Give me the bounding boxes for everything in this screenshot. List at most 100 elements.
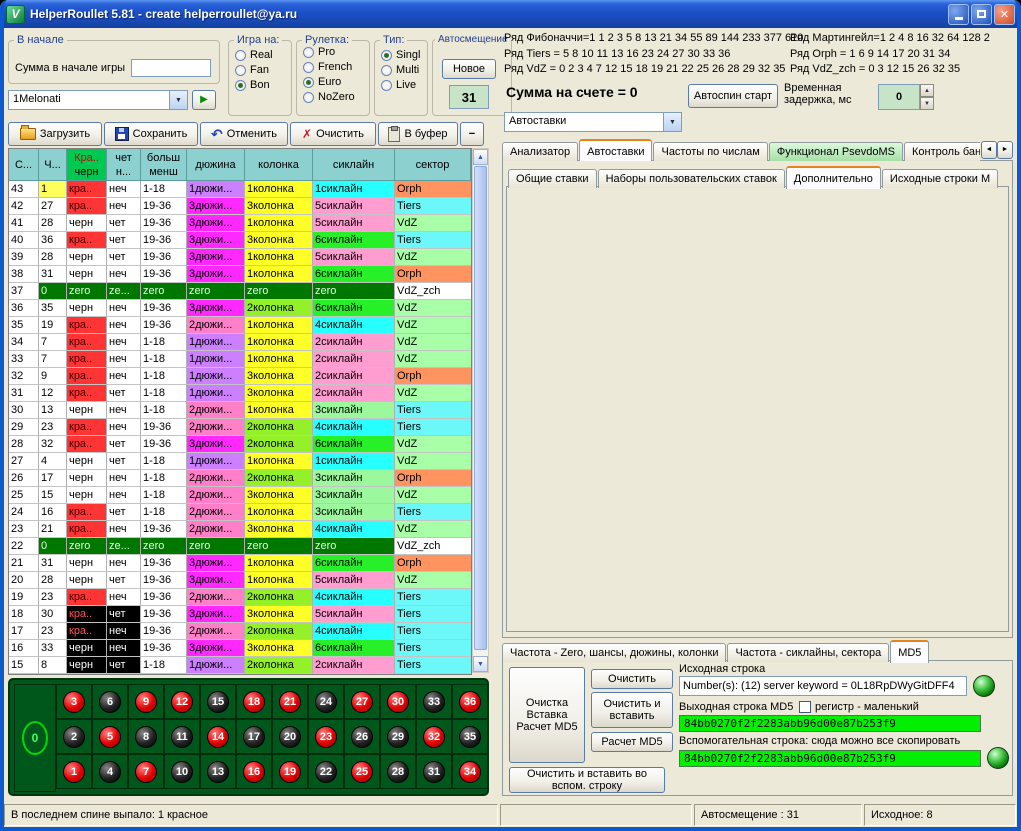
- board-cell-28[interactable]: 28: [380, 754, 416, 789]
- radio-option-euro[interactable]: Euro: [297, 73, 369, 88]
- spin-row[interactable]: 158чернчет1-181дюжи...2колонка2сиклайнTi…: [9, 657, 471, 674]
- spin-row[interactable]: 2028чернчет19-363дюжи...1колонка5сиклайн…: [9, 572, 471, 589]
- scrollbar-thumb[interactable]: [474, 166, 487, 650]
- radio-option-fan[interactable]: Fan: [229, 61, 291, 76]
- main-tab-Частоты по числам[interactable]: Частоты по числам: [653, 142, 767, 161]
- number-chip-15[interactable]: 15: [207, 691, 229, 713]
- board-cell-7[interactable]: 7: [128, 754, 164, 789]
- spin-row[interactable]: 2923кра..неч19-362дюжи...2колонка4сиклай…: [9, 419, 471, 436]
- spin-row[interactable]: 4128чернчет19-363дюжи...1колонка5сиклайн…: [9, 215, 471, 232]
- number-chip-23[interactable]: 23: [315, 726, 337, 748]
- board-cell-27[interactable]: 27: [344, 684, 380, 719]
- table-scrollbar[interactable]: ▲ ▼: [472, 148, 489, 673]
- board-cell-32[interactable]: 32: [416, 719, 452, 754]
- board-cell-19[interactable]: 19: [272, 754, 308, 789]
- profile-select[interactable]: 1Melonati ▼: [8, 90, 188, 110]
- clear-button[interactable]: ✗Очистить: [290, 122, 376, 146]
- start-sum-input[interactable]: [131, 59, 211, 77]
- radio-option-real[interactable]: Real: [229, 46, 291, 61]
- number-chip-27[interactable]: 27: [351, 691, 373, 713]
- board-cell-11[interactable]: 11: [164, 719, 200, 754]
- new-button[interactable]: Новое: [442, 59, 496, 79]
- spin-row[interactable]: 2617черннеч1-182дюжи...2колонка3сиклайнO…: [9, 470, 471, 487]
- board-cell-3[interactable]: 3: [56, 684, 92, 719]
- spin-row[interactable]: 1830кра..чет19-363дюжи...3колонка5сиклай…: [9, 606, 471, 623]
- board-cell-4[interactable]: 4: [92, 754, 128, 789]
- number-chip-16[interactable]: 16: [243, 761, 265, 783]
- spin-row[interactable]: 431кра..неч1-181дюжи...1колонка1сиклайнO…: [9, 181, 471, 198]
- sub-tab-Дополнительно[interactable]: Дополнительно: [786, 166, 881, 189]
- board-cell-9[interactable]: 9: [128, 684, 164, 719]
- board-cell-25[interactable]: 25: [344, 754, 380, 789]
- board-cell-10[interactable]: 10: [164, 754, 200, 789]
- number-chip-25[interactable]: 25: [351, 761, 373, 783]
- number-chip-34[interactable]: 34: [459, 761, 481, 783]
- main-tab-Анализатор[interactable]: Анализатор: [502, 142, 578, 161]
- spin-row[interactable]: 370zeroze...zerozerozerozeroVdZ_zch: [9, 283, 471, 300]
- spin-down-icon[interactable]: ▼: [920, 97, 934, 110]
- number-chip-1[interactable]: 1: [63, 761, 85, 783]
- board-cell-31[interactable]: 31: [416, 754, 452, 789]
- maximize-button[interactable]: [971, 4, 992, 25]
- spin-row[interactable]: 329кра..неч1-181дюжи...3колонка2сиклайнO…: [9, 368, 471, 385]
- number-chip-33[interactable]: 33: [423, 691, 445, 713]
- radio-option-live[interactable]: Live: [375, 76, 427, 91]
- autospin-start-button[interactable]: Автоспин старт: [688, 84, 778, 108]
- scroll-down-icon[interactable]: ▼: [473, 656, 488, 672]
- board-cell-26[interactable]: 26: [344, 719, 380, 754]
- spin-row[interactable]: 3831черннеч19-363дюжи...1колонка6сиклайн…: [9, 266, 471, 283]
- board-cell-30[interactable]: 30: [380, 684, 416, 719]
- board-cell-17[interactable]: 17: [236, 719, 272, 754]
- number-chip-21[interactable]: 21: [279, 691, 301, 713]
- board-cell-21[interactable]: 21: [272, 684, 308, 719]
- number-chip-14[interactable]: 14: [207, 726, 229, 748]
- chevron-down-icon[interactable]: ▼: [169, 91, 187, 109]
- spin-row[interactable]: 4227кра..неч19-363дюжи...3колонка5сиклай…: [9, 198, 471, 215]
- spin-row[interactable]: 2416кра..чет1-182дюжи...1колонка3сиклайн…: [9, 504, 471, 521]
- board-cell-23[interactable]: 23: [308, 719, 344, 754]
- undo-button[interactable]: ↶Отменить: [200, 122, 288, 146]
- play-button[interactable]: ▶: [192, 90, 216, 110]
- board-cell-29[interactable]: 29: [380, 719, 416, 754]
- number-chip-20[interactable]: 20: [279, 726, 301, 748]
- spin-row[interactable]: 3928чернчет19-363дюжи...1колонка5сиклайн…: [9, 249, 471, 266]
- number-chip-24[interactable]: 24: [315, 691, 337, 713]
- number-chip-22[interactable]: 22: [315, 761, 337, 783]
- md5-clear-button[interactable]: Очистить: [591, 669, 673, 689]
- board-cell-20[interactable]: 20: [272, 719, 308, 754]
- board-zero-cell[interactable]: 0: [14, 684, 56, 792]
- register-checkbox[interactable]: регистр - маленький: [799, 701, 919, 713]
- spin-row[interactable]: 347кра..неч1-181дюжи...1колонка2сиклайнV…: [9, 334, 471, 351]
- spin-row[interactable]: 3013черннеч1-182дюжи...1колонка3сиклайнT…: [9, 402, 471, 419]
- spin-row[interactable]: 2321кра..неч19-362дюжи...3колонка4сиклай…: [9, 521, 471, 538]
- close-button[interactable]: ✕: [994, 4, 1015, 25]
- number-chip-6[interactable]: 6: [99, 691, 121, 713]
- number-chip-35[interactable]: 35: [459, 726, 481, 748]
- spin-row[interactable]: 3112кра..чет1-181дюжи...3колонка2сиклайн…: [9, 385, 471, 402]
- spin-row[interactable]: 1923кра..неч19-362дюжи...2колонка4сиклай…: [9, 589, 471, 606]
- sub-tab-Общие ставки[interactable]: Общие ставки: [508, 169, 597, 188]
- number-chip-3[interactable]: 3: [63, 691, 85, 713]
- number-chip-4[interactable]: 4: [99, 761, 121, 783]
- md5-clear-paste-button[interactable]: Очистить и вставить: [591, 692, 673, 728]
- board-cell-2[interactable]: 2: [56, 719, 92, 754]
- number-chip-13[interactable]: 13: [207, 761, 229, 783]
- radio-option-bon[interactable]: Bon: [229, 76, 291, 91]
- tab-scroll-left-button[interactable]: ◄: [981, 141, 997, 159]
- board-cell-6[interactable]: 6: [92, 684, 128, 719]
- number-chip-31[interactable]: 31: [423, 761, 445, 783]
- minus-button[interactable]: −: [460, 122, 484, 146]
- spin-row[interactable]: 4036кра..чет19-363дюжи...3колонка6сиклай…: [9, 232, 471, 249]
- number-chip-19[interactable]: 19: [279, 761, 301, 783]
- number-chip-12[interactable]: 12: [171, 691, 193, 713]
- to-buffer-button[interactable]: В буфер: [378, 122, 458, 146]
- delay-spinner[interactable]: 0 ▲ ▼: [878, 84, 934, 110]
- autobets-select[interactable]: Автоставки ▼: [504, 112, 682, 132]
- number-chip-2[interactable]: 2: [63, 726, 85, 748]
- freq-tab-Частота - сиклайны, сектора[interactable]: Частота - сиклайны, сектора: [727, 643, 889, 662]
- number-chip-32[interactable]: 32: [423, 726, 445, 748]
- number-chip-18[interactable]: 18: [243, 691, 265, 713]
- board-cell-14[interactable]: 14: [200, 719, 236, 754]
- source-string-input[interactable]: [679, 676, 967, 696]
- spin-row[interactable]: 220zeroze...zerozerozerozeroVdZ_zch: [9, 538, 471, 555]
